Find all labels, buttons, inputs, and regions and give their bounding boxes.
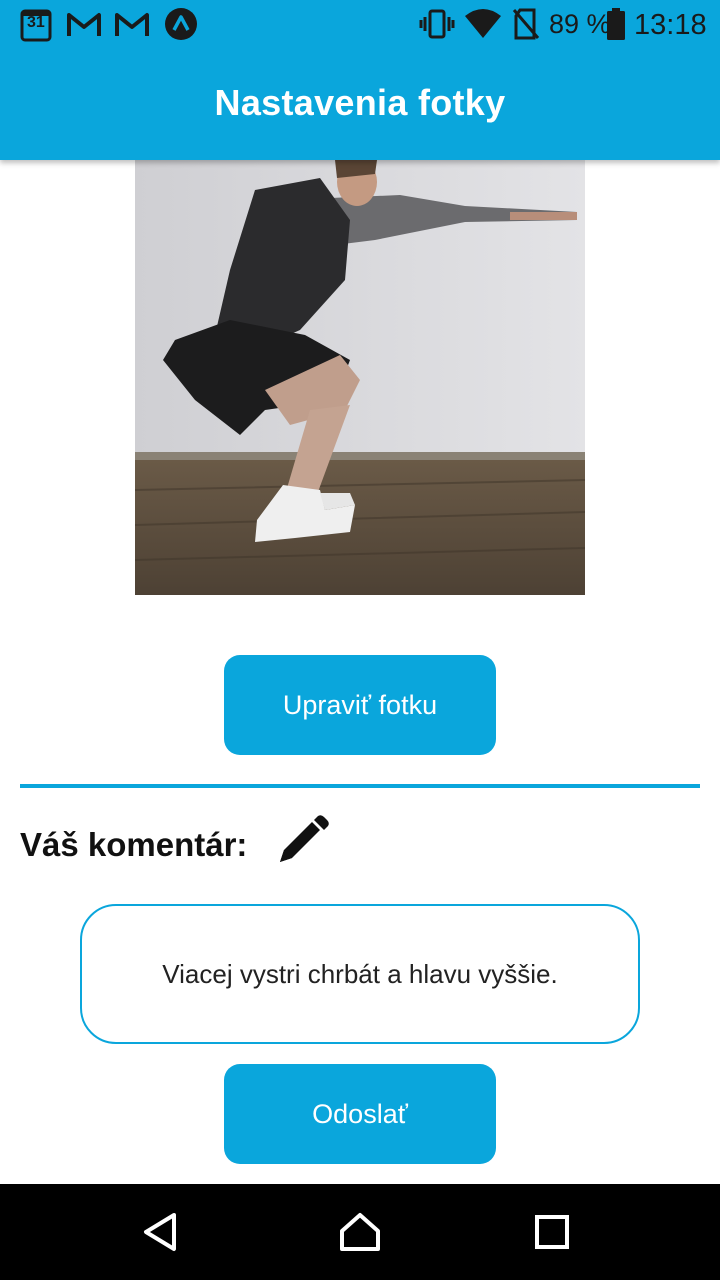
home-icon (340, 1213, 380, 1251)
gmail-icon (67, 13, 101, 36)
comment-text: Viacej vystri chrbát a hlavu vyššie. (80, 904, 640, 1044)
battery-percent: 89 % (549, 9, 611, 39)
exercise-photo (135, 160, 585, 595)
status-bar: 31 89 % 13:18 (0, 0, 720, 50)
app-icon (165, 8, 197, 40)
nav-back-button[interactable] (100, 1184, 220, 1280)
vibrate-icon (419, 9, 455, 39)
app-header: 31 89 % 13:18 Nastavenia fotky (0, 0, 720, 160)
nav-bar (0, 1184, 720, 1280)
edit-photo-button[interactable]: Upraviť fotku (224, 655, 496, 755)
calendar-day: 31 (27, 14, 45, 31)
battery-icon (607, 8, 625, 40)
back-icon (144, 1213, 176, 1251)
send-button[interactable]: Odoslať (224, 1064, 496, 1164)
page-title: Nastavenia fotky (214, 82, 506, 123)
nav-recents-button[interactable] (492, 1184, 612, 1280)
recents-icon (535, 1215, 569, 1249)
pencil-icon[interactable] (274, 814, 330, 870)
wifi-icon (465, 9, 501, 38)
no-sim-icon (512, 8, 540, 40)
gmail-icon (115, 13, 149, 36)
divider (20, 784, 700, 788)
comment-label: Váš komentár: (20, 826, 248, 863)
nav-home-button[interactable] (300, 1184, 420, 1280)
status-time: 13:18 (634, 9, 707, 41)
